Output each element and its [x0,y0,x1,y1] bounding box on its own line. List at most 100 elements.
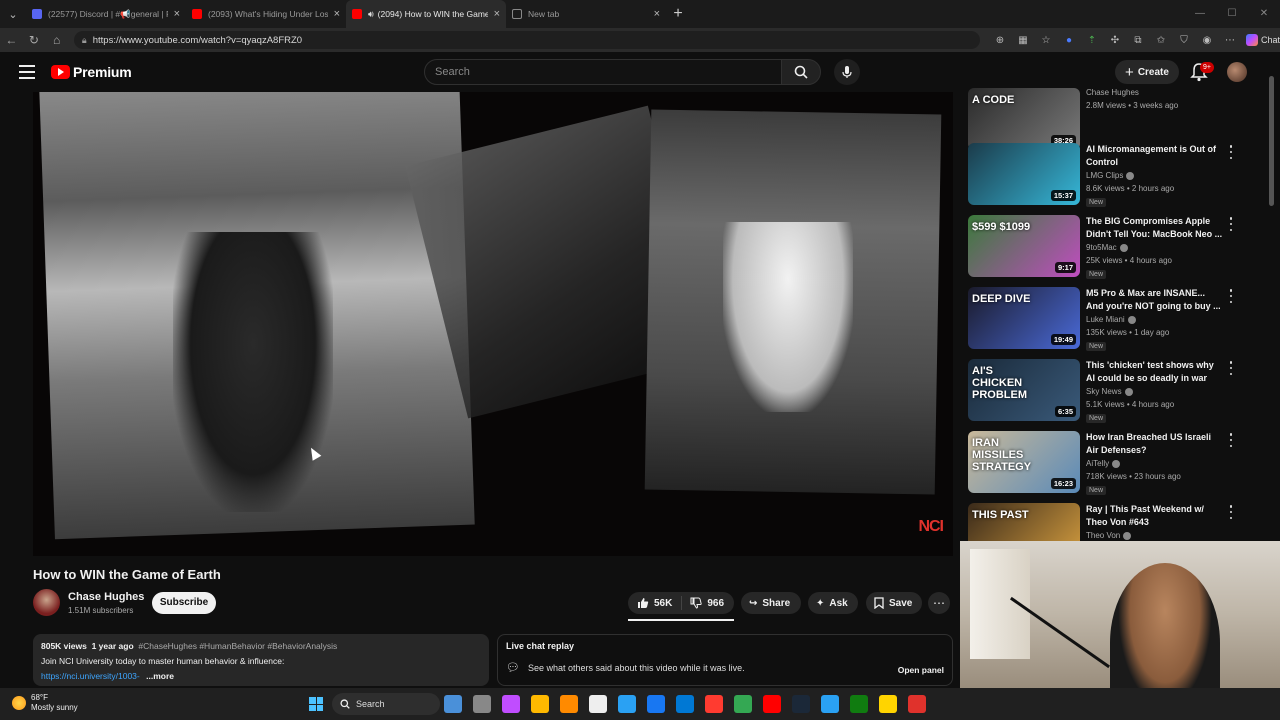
description-link[interactable]: https://nci.university/1003- [41,671,140,681]
reload-icon[interactable]: ↻ [23,33,46,47]
video-thumbnail[interactable]: AI'S CHICKEN PROBLEM 6:35 [968,359,1080,421]
video-channel[interactable]: Luke Miani [1086,315,1136,324]
channel-name[interactable]: Chase Hughes [68,591,144,603]
taskbar-app-icon[interactable] [444,695,462,713]
hashtags[interactable]: #ChaseHughes #HumanBehavior #BehaviorAna… [138,641,337,651]
video-thumbnail[interactable]: 15:37 [968,143,1080,205]
recommended-video[interactable]: DEEP DIVE 19:49 M5 Pro & Max are INSANE...… [968,287,1248,353]
taskbar-app-icon[interactable] [879,695,897,713]
video-title[interactable]: AI Micromanagement is Out of Control [1086,143,1224,169]
taskbar-app-icon[interactable] [560,695,578,713]
video-channel[interactable]: Chase Hughes [1086,88,1139,97]
page-scrollbar[interactable] [1269,76,1274,206]
recommended-video[interactable]: $599 $1099 9:17 The BIG Compromises Apple … [968,215,1248,281]
video-channel[interactable]: Sky News [1086,387,1133,396]
taskbar-app-icon[interactable] [647,695,665,713]
close-tab-icon[interactable]: × [174,8,180,20]
video-title[interactable]: M5 Pro & Max are INSANE... And you're NO… [1086,287,1224,313]
taskbar-app-icon[interactable] [792,695,810,713]
video-channel[interactable]: Theo Von [1086,531,1132,540]
user-avatar[interactable] [1227,62,1247,82]
browser-essentials-icon[interactable]: ⛉ [1176,32,1192,48]
profile-icon[interactable]: ◉ [1199,32,1215,48]
recommended-video[interactable]: IRAN MISSILES STRATEGY 16:23 How Iran Brea… [968,431,1248,497]
browser-tab[interactable]: (2093) What's Hiding Under Los A × [186,0,346,28]
reader-icon[interactable]: ▦ [1015,32,1031,48]
back-arrow-icon[interactable]: ← [0,33,23,47]
new-tab-plus-icon[interactable]: + [666,5,690,23]
taskbar-app-icon[interactable] [473,695,491,713]
voice-search-button[interactable] [834,59,860,85]
close-window-icon[interactable]: ✕ [1248,0,1280,28]
video-title[interactable]: This 'chicken' test shows why AI could b… [1086,359,1224,385]
channel-avatar[interactable] [33,589,60,616]
open-panel-button[interactable]: Open panel [898,665,944,675]
video-title[interactable]: How Iran Breached US Israeli Air Defense… [1086,431,1224,457]
split-screen-icon[interactable]: ⧉ [1130,32,1146,48]
video-thumbnail[interactable]: A CODE 38:26 [968,88,1080,150]
browser-tab-active[interactable]: 🔊︎ (2094) How to WIN the Game × [346,0,506,28]
browser-tab[interactable]: (22577) Discord | #📢general | Pu × [26,0,186,28]
close-tab-icon[interactable]: × [334,8,340,20]
more-options-kebab-icon[interactable] [1227,145,1235,159]
video-thumbnail[interactable]: IRAN MISSILES STRATEGY 16:23 [968,431,1080,493]
recommended-video[interactable]: AI'S CHICKEN PROBLEM 6:35 This 'chicken' t… [968,359,1248,425]
taskbar-app-icon[interactable] [676,695,694,713]
more-options-kebab-icon[interactable] [1227,433,1235,447]
share-button[interactable]: ↪ Share [741,592,801,614]
weather-widget[interactable]: 68°F Mostly sunny [12,693,78,713]
taskbar-search[interactable]: Search [332,693,440,715]
extension-blue-icon[interactable]: ● [1061,32,1077,48]
settings-more-icon[interactable]: ⋯ [1222,32,1238,48]
taskbar-app-icon[interactable] [589,695,607,713]
more-actions-button[interactable]: ⋯ [928,592,950,614]
video-channel[interactable]: LMG Clips [1086,171,1135,180]
menu-hamburger-icon[interactable] [19,65,35,79]
taskbar-app-icon[interactable] [908,695,926,713]
taskbar-app-icon[interactable] [850,695,868,713]
more-options-kebab-icon[interactable] [1227,505,1235,519]
tab-actions-icon[interactable]: ⌄ [0,0,26,28]
more-options-kebab-icon[interactable] [1227,289,1235,303]
close-tab-icon[interactable]: × [654,8,660,20]
video-player[interactable]: NCI [33,92,953,556]
taskbar-app-icon[interactable] [531,695,549,713]
create-button[interactable]: + Create [1115,60,1179,84]
copilot-chat-button[interactable]: Chat [1245,34,1280,46]
subscribe-button[interactable]: Subscribe [152,592,216,614]
video-thumbnail[interactable]: DEEP DIVE 19:49 [968,287,1080,349]
audio-playing-icon[interactable]: 🔊︎ [368,9,374,20]
recommended-video[interactable]: 15:37 AI Micromanagement is Out of Contro… [968,143,1248,209]
site-info-icon[interactable]: 🔒︎ [82,35,87,46]
ask-button[interactable]: ✦ Ask [808,592,858,614]
youtube-premium-logo[interactable]: Premium [51,64,132,80]
extension-arrow-icon[interactable]: ⇡ [1084,32,1100,48]
like-button[interactable]: 56K [628,596,683,610]
video-title[interactable]: The BIG Compromises Apple Didn't Tell Yo… [1086,215,1224,241]
video-channel[interactable]: AiTelly [1086,459,1121,468]
save-button[interactable]: Save [866,592,922,614]
address-bar[interactable]: 🔒︎ https://www.youtube.com/watch?v=qyaqz… [73,31,980,49]
dislike-button[interactable]: 966 [682,597,732,609]
description-box[interactable]: 805K views 1 year ago #ChaseHughes #Huma… [33,634,489,686]
video-thumbnail[interactable]: $599 $1099 9:17 [968,215,1080,277]
taskbar-app-icon[interactable] [705,695,723,713]
browser-tab[interactable]: New tab × [506,0,666,28]
favorite-star-icon[interactable]: ☆ [1038,32,1054,48]
favorites-icon[interactable]: ✩ [1153,32,1169,48]
close-tab-icon[interactable]: × [494,8,500,20]
show-more-link[interactable]: ...more [146,671,174,681]
maximize-icon[interactable]: ☐ [1216,0,1248,28]
taskbar-app-icon[interactable] [734,695,752,713]
search-input[interactable]: Search [424,59,782,85]
more-options-kebab-icon[interactable] [1227,361,1235,375]
video-title[interactable]: Ray | This Past Weekend w/ Theo Von #643 [1086,503,1224,529]
video-channel[interactable]: 9to5Mac [1086,243,1128,252]
minimize-icon[interactable]: — [1184,0,1216,28]
home-icon[interactable]: ⌂ [45,33,68,47]
taskbar-app-icon[interactable] [618,695,636,713]
taskbar-app-icon[interactable] [821,695,839,713]
extensions-puzzle-icon[interactable]: ✣ [1107,32,1123,48]
translate-icon[interactable]: ⊕ [992,32,1008,48]
search-button[interactable] [781,59,821,85]
